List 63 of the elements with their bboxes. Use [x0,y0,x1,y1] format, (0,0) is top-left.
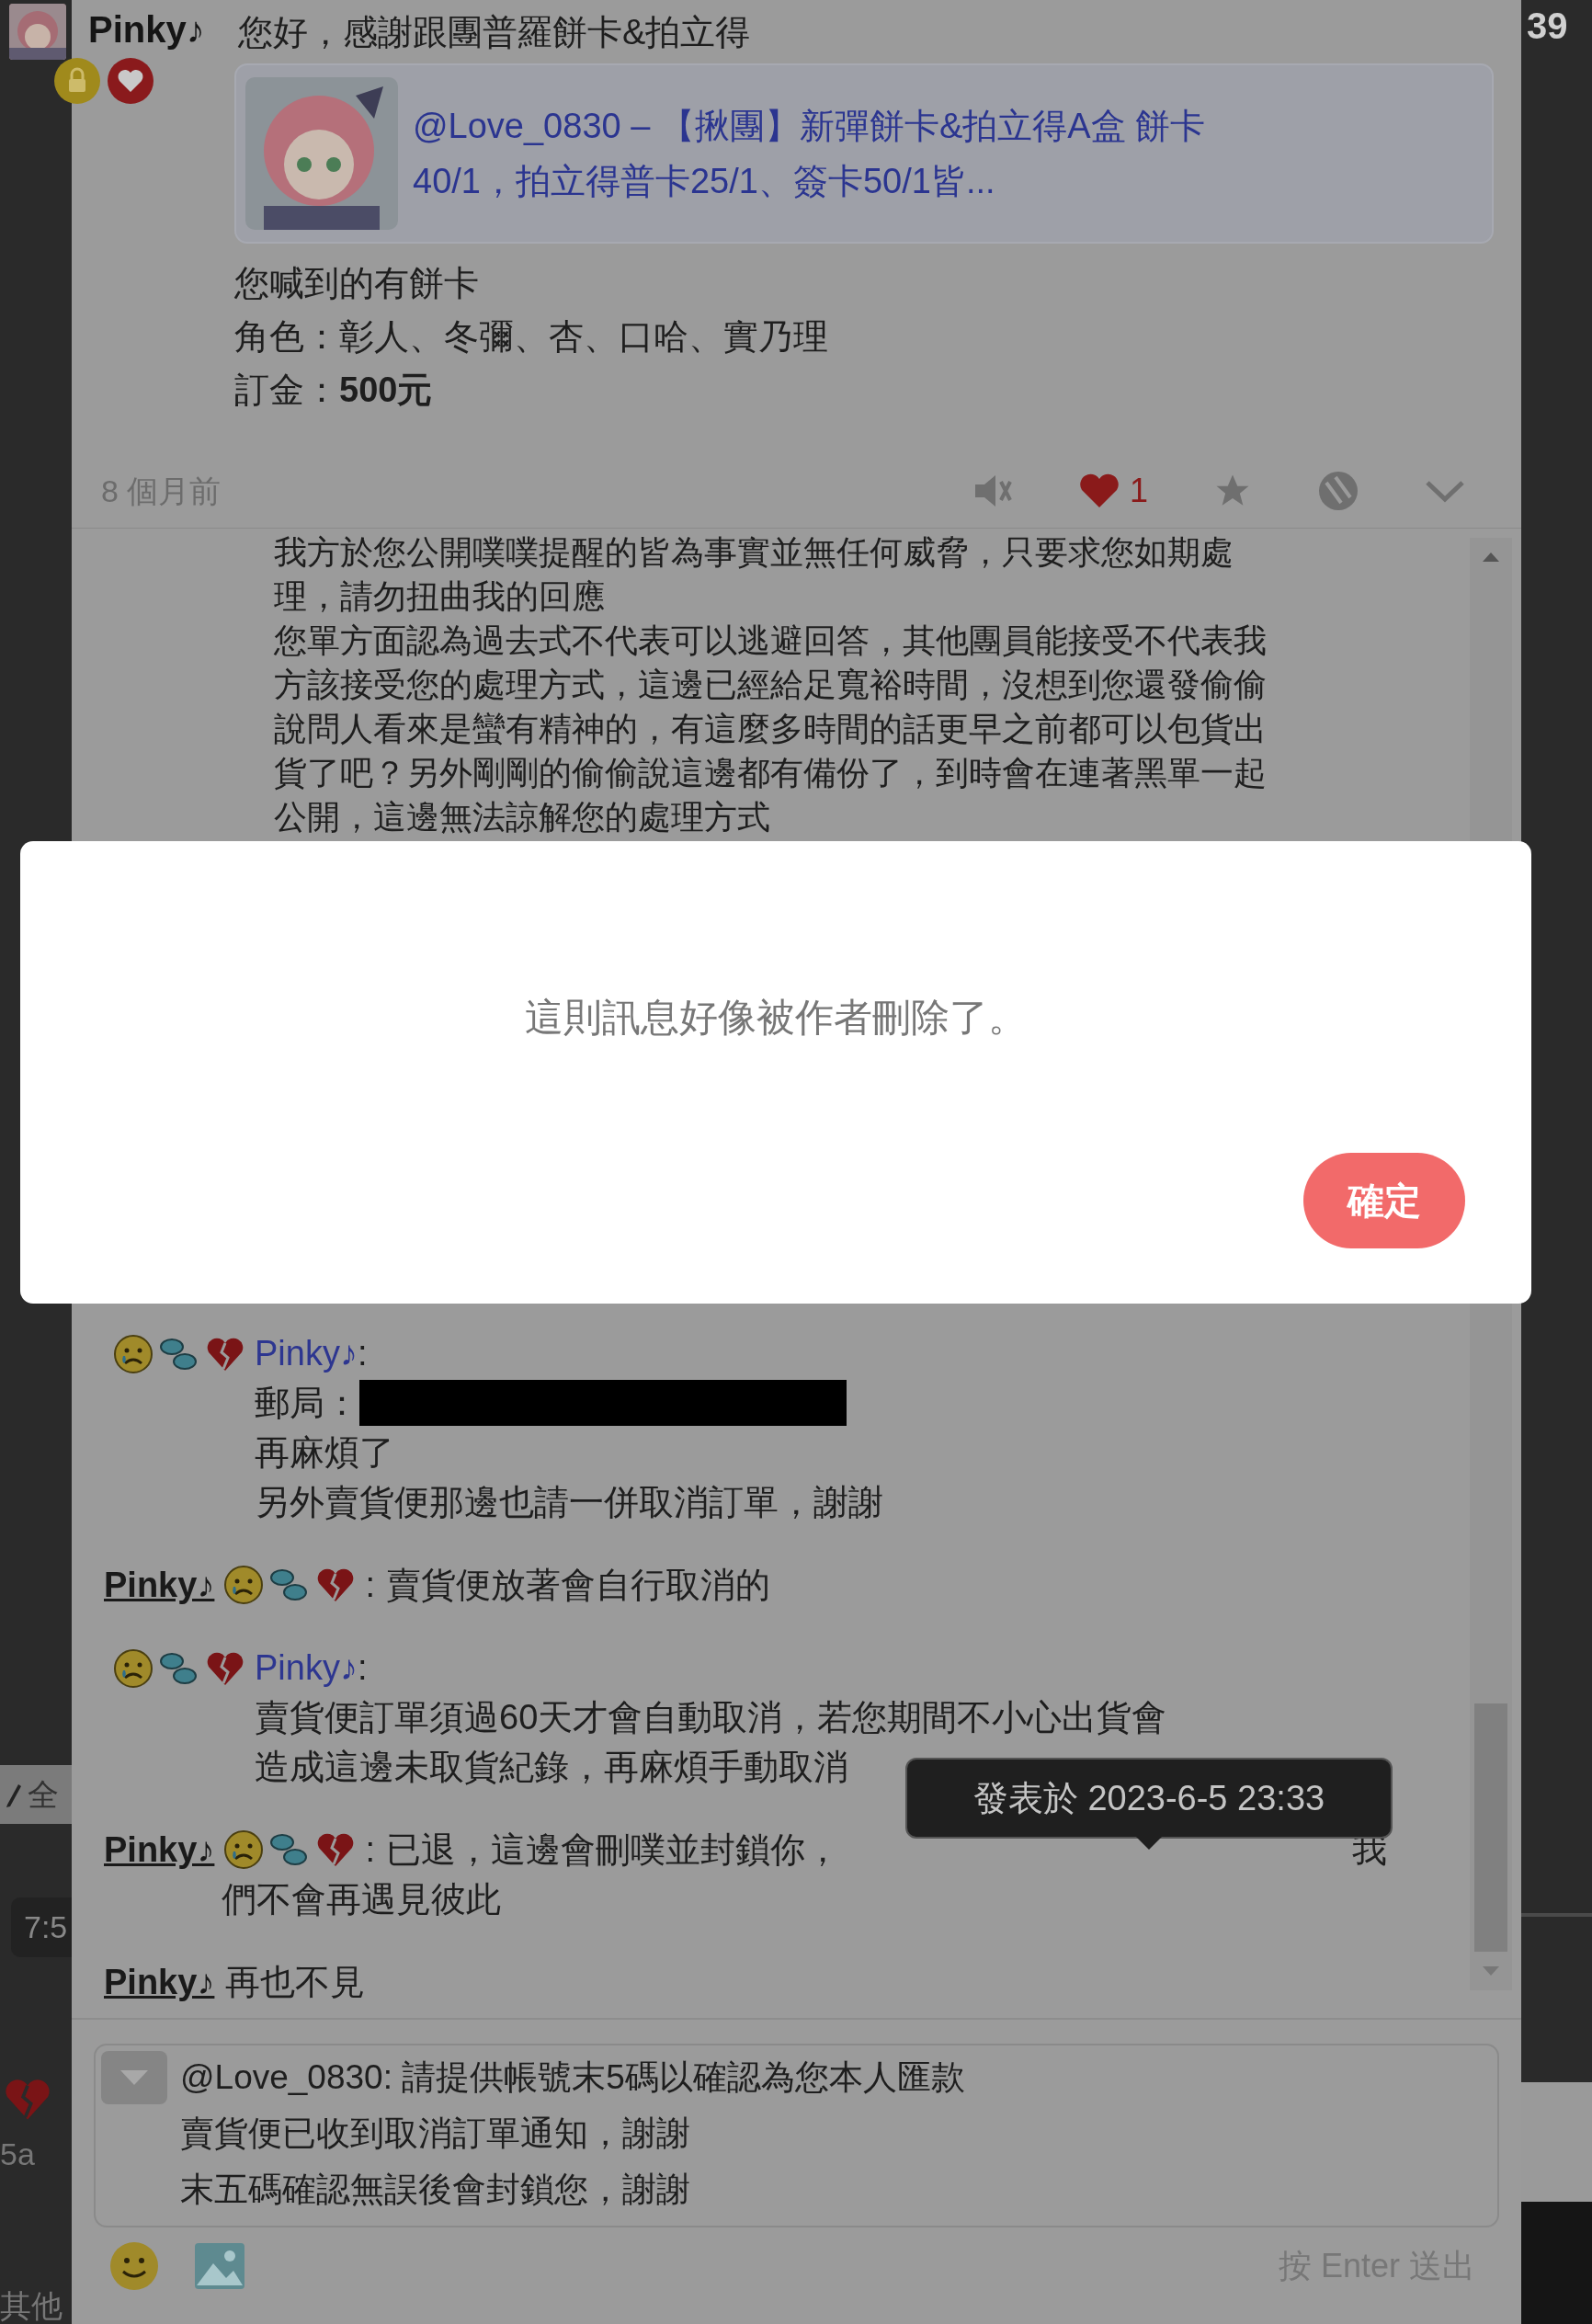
colon: : [365,1829,375,1871]
tooltip-text: 發表於 2023-6-5 23:33 [972,1777,1325,1819]
side-label: 5a [0,2136,36,2172]
response-line: 貨了吧？另外剛剛的偷偷說這邊都有備份了，到時會在連著黑單一起 [274,753,1268,793]
reply-line: @Love_0830: 請提供帳號末5碼以確認為您本人匯款 [180,2057,965,2098]
reply-field[interactable]: @Love_0830: 請提供帳號末5碼以確認為您本人匯款 賣貨便已收到取消訂單通知，謝謝 末五碼確認無誤後會封鎖您，謝謝 [94,2044,1499,2227]
response-line: 您單方面認為過去式不代表可以逃避回答，其他團員能接受不代表我 [274,621,1268,661]
author-name[interactable]: Pinky♪ [88,7,205,51]
author-name[interactable]: Pinky♪ [104,1825,215,1874]
broken-heart-icon [205,1650,245,1687]
time-label: 7:5 [11,1897,72,1957]
response-line: 造成這邊未取貨紀錄，再麻煩手動取消 [255,1747,848,1788]
mute-icon[interactable] [972,473,1014,509]
scroll-up-icon[interactable] [1481,551,1501,564]
link-title[interactable]: @Love_0830 – 【揪團】新彈餅卡&拍立得A盒 餅卡 [413,98,1206,154]
triangle-down-icon [119,2068,150,2087]
heart-icon [1077,473,1120,509]
response-line: 已退，這邊會刪噗並封鎖你， [385,1829,840,1871]
lock-icon [53,57,101,105]
sad-face-icon [113,1334,154,1374]
response-line: 公開，這邊無法諒解您的處理方式 [274,797,771,837]
colon: : [357,1333,368,1374]
author-name[interactable]: Pinky♪ [104,1957,215,2007]
response-line: 說問人看來是蠻有精神的，有這麼多時間的話更早之前都可以包貨出 [274,709,1268,749]
collapse-button[interactable] [101,2051,167,2104]
response-line: 理，請勿扭曲我的回應 [274,576,606,617]
link-card[interactable]: @Love_0830 – 【揪團】新彈餅卡&拍立得A盒 餅卡 40/1，拍立得普卡25/1、簽卡50/1皆... [234,63,1494,244]
dialog-message: 這則訊息好像被作者刪除了。 [525,995,1027,1041]
count-label: 39 [1526,5,1569,48]
author-name[interactable]: Pinky♪ [255,1643,358,1692]
author-name[interactable]: Pinky♪ [104,1560,215,1610]
reply-line: 末五碼確認無誤後會封鎖您，謝謝 [180,2170,691,2210]
image-icon[interactable] [193,2241,246,2291]
response-line: 賣貨便訂單須過60天才會自動取消，若您期間不小心出貨會 [255,1697,1167,1738]
post-text: 您好，感謝跟團普羅餅卡&拍立得 [238,12,752,53]
response-line: 們不會再遇見彼此 [222,1879,501,1920]
author-name[interactable]: Pinky♪ [255,1328,358,1378]
scroll-down-icon[interactable] [1481,1965,1501,1977]
colon: : [357,1647,368,1689]
confirm-button[interactable]: 確定 [1303,1153,1465,1248]
droplets-icon [159,1336,199,1373]
sad-face-icon [113,1648,154,1689]
sad-face-icon [223,1565,265,1605]
response-line: 賣貨便放著會自行取消的 [385,1565,770,1606]
response-line: 我方於您公開噗噗提醒的皆為事實並無任何威脅，只要求您如期處 [274,532,1234,573]
colon: : [365,1565,375,1606]
like-button[interactable]: 1 [1077,466,1148,516]
heart-badge-icon [107,57,154,105]
broken-heart-icon [205,1336,245,1373]
post-line: 您喊到的有餅卡 [234,263,480,304]
response-line: 再也不見 [225,1962,366,2003]
response-line: 郵局： [255,1383,359,1424]
link-title[interactable]: 40/1，拍立得普卡25/1、簽卡50/1皆... [413,154,1206,209]
response-line: 再麻煩了 [255,1432,394,1474]
response-line: 另外賣貨便那邊也請一併取消訂單，謝謝 [255,1482,883,1523]
droplets-icon [159,1650,199,1687]
post-line: 角色：彰人、冬彌、杏、口哈、實乃理 [234,316,829,358]
sad-face-icon [223,1829,265,1870]
side-label: 其他 [0,2287,63,2324]
reply-line: 賣貨便已收到取消訂單通知，謝謝 [180,2113,691,2154]
smiley-icon[interactable] [108,2240,160,2292]
response-line: 方該接受您的處理方式，這邊已經給足寬裕時間，沒想到您還發偷偷 [274,665,1268,705]
post-line: 訂金：500元 [234,370,434,411]
